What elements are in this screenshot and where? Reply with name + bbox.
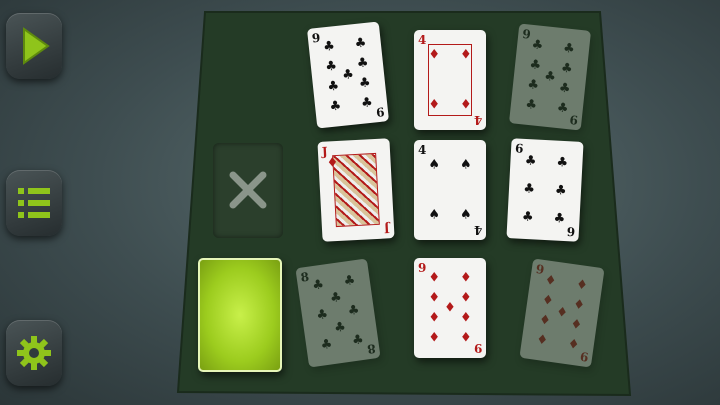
card-rank: 9 bbox=[473, 341, 482, 355]
club-icon: ♣ bbox=[524, 153, 537, 170]
club-icon: ♣ bbox=[524, 97, 538, 114]
club-icon: ♣ bbox=[522, 181, 536, 197]
card-rank: 9 bbox=[534, 262, 546, 278]
club-icon: ♣ bbox=[329, 289, 343, 307]
diamond-icon: ♦ bbox=[428, 270, 440, 286]
playing-card[interactable]: 8 8 ♣ ♣ ♣ ♣ ♣ ♣ ♣ ♣ bbox=[295, 258, 381, 368]
club-icon: ♣ bbox=[341, 66, 355, 84]
club-icon: ♣ bbox=[543, 68, 557, 86]
club-icon: ♣ bbox=[530, 37, 544, 54]
club-icon: ♣ bbox=[315, 306, 330, 324]
club-icon: ♣ bbox=[356, 55, 370, 72]
club-icon: ♣ bbox=[556, 155, 569, 171]
club-icon: ♣ bbox=[556, 100, 570, 117]
close-icon bbox=[229, 171, 267, 209]
diamond-icon: ♦ bbox=[460, 290, 472, 306]
club-icon: ♣ bbox=[319, 336, 334, 354]
discard-slot[interactable] bbox=[213, 143, 283, 238]
card-rank: 9 bbox=[521, 26, 532, 42]
diamond-icon: ♦ bbox=[538, 312, 552, 329]
deck-card-back[interactable] bbox=[198, 258, 282, 372]
club-icon: ♣ bbox=[562, 40, 576, 57]
playing-card[interactable]: 9 9 ♣ ♣ ♣ ♣ ♣ ♣ ♣ ♣ ♣ bbox=[306, 21, 390, 129]
diamond-icon: ♦ bbox=[428, 330, 440, 346]
diamond-icon: ♦ bbox=[555, 304, 569, 322]
club-icon: ♣ bbox=[554, 183, 568, 199]
card-rank: 6 bbox=[566, 224, 576, 239]
diamond-icon: ♦ bbox=[460, 47, 472, 63]
club-icon: ♣ bbox=[526, 77, 540, 94]
playing-card[interactable]: 9 9 ♦ ♦ ♦ ♦ ♦ ♦ ♦ ♦ ♦ bbox=[519, 258, 605, 368]
club-icon: ♣ bbox=[528, 57, 542, 74]
club-icon: ♣ bbox=[360, 95, 374, 112]
diamond-icon: ♦ bbox=[428, 310, 440, 326]
diamond-icon: ♦ bbox=[460, 310, 472, 326]
card-rank: 9 bbox=[578, 348, 590, 364]
diamonds-icon: ♦ bbox=[326, 155, 339, 171]
club-icon: ♣ bbox=[521, 209, 534, 225]
diamond-icon: ♦ bbox=[460, 330, 472, 346]
diamond-icon: ♦ bbox=[566, 336, 581, 354]
club-icon: ♣ bbox=[354, 35, 368, 52]
card-rank: 4 bbox=[473, 113, 482, 127]
card-rank: J bbox=[384, 221, 391, 236]
diamond-icon: ♦ bbox=[535, 332, 549, 349]
diamond-icon: ♦ bbox=[575, 277, 589, 294]
playing-card[interactable]: 9 9 ♣ ♣ ♣ ♣ ♣ ♣ ♣ ♣ ♣ bbox=[508, 23, 592, 131]
diamond-icon: ♦ bbox=[569, 316, 584, 334]
playing-card[interactable]: 6 6 ♣ ♣ ♣ ♣ ♣ ♣ bbox=[506, 138, 584, 242]
diamond-icon: ♦ bbox=[540, 292, 555, 310]
diamond-icon: ♦ bbox=[444, 300, 456, 316]
spade-icon: ♠ bbox=[460, 157, 472, 173]
club-icon: ♣ bbox=[311, 277, 325, 294]
diamond-icon: ♦ bbox=[572, 297, 586, 314]
playing-card[interactable]: J J ♦ bbox=[317, 138, 395, 242]
club-icon: ♣ bbox=[346, 302, 361, 320]
spade-icon: ♠ bbox=[428, 207, 440, 223]
card-rank: 9 bbox=[311, 30, 322, 46]
diamond-icon: ♦ bbox=[460, 270, 472, 286]
club-icon: ♣ bbox=[553, 210, 566, 227]
card-rank: 8 bbox=[299, 269, 310, 285]
playing-card[interactable]: 4 4 ♠ ♠ ♠ ♠ bbox=[414, 140, 486, 240]
club-icon: ♣ bbox=[326, 78, 340, 95]
diamond-icon: ♦ bbox=[428, 290, 440, 306]
card-rank: 6 bbox=[514, 141, 524, 156]
playing-card[interactable]: 4 4 ♦ ♦ ♦ ♦ bbox=[414, 30, 486, 130]
club-icon: ♣ bbox=[358, 75, 372, 92]
card-rank: 9 bbox=[374, 104, 385, 120]
diamond-icon: ♦ bbox=[460, 97, 472, 113]
card-rank: 9 bbox=[568, 112, 579, 128]
card-rank: 8 bbox=[366, 341, 377, 357]
playing-card[interactable]: 9 9 ♦ ♦ ♦ ♦ ♦ ♦ ♦ ♦ ♦ bbox=[414, 258, 486, 358]
club-icon: ♣ bbox=[324, 58, 338, 75]
card-rank: 4 bbox=[473, 223, 482, 237]
card-rank: 9 bbox=[418, 261, 427, 275]
club-icon: ♣ bbox=[351, 332, 365, 349]
club-icon: ♣ bbox=[342, 272, 357, 290]
diamond-icon: ♦ bbox=[428, 97, 440, 113]
spade-icon: ♠ bbox=[460, 207, 472, 223]
club-icon: ♣ bbox=[333, 319, 347, 337]
diamond-icon: ♦ bbox=[543, 272, 558, 290]
card-rank: 4 bbox=[418, 33, 427, 47]
diamond-icon: ♦ bbox=[428, 47, 440, 63]
spade-icon: ♠ bbox=[428, 157, 440, 173]
card-rank: 4 bbox=[418, 143, 427, 157]
club-icon: ♣ bbox=[558, 80, 572, 97]
club-icon: ♣ bbox=[560, 60, 574, 77]
club-icon: ♣ bbox=[322, 38, 336, 55]
jack-face-art bbox=[332, 152, 380, 228]
club-icon: ♣ bbox=[328, 98, 342, 115]
